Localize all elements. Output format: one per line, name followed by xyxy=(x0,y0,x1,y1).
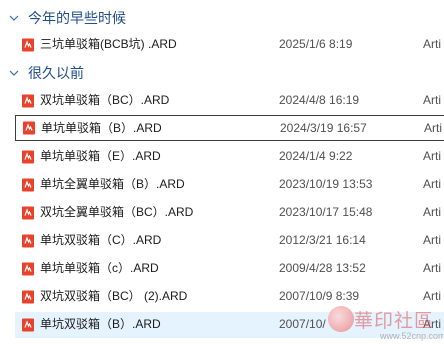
file-row[interactable]: 双坑双驳箱（BC） (2).ARD 2007/10/9 8:39 Arti xyxy=(15,284,444,310)
file-date: 2009/4/28 13:52 xyxy=(279,261,366,275)
file-row[interactable]: 三坑单驳箱(BCB坑) .ARD 2025/1/6 8:19 Arti xyxy=(15,32,444,58)
file-name: 双坑双驳箱（BC） (2).ARD xyxy=(40,289,188,303)
file-type: Arti xyxy=(423,37,441,51)
file-type: Arti xyxy=(423,177,441,191)
chevron-down-icon[interactable] xyxy=(6,65,22,81)
file-type: Arti xyxy=(423,205,441,219)
file-type: Arti xyxy=(424,121,442,135)
file-row-focused[interactable]: 单坑单驳箱（B）.ARD 2024/3/19 16:57 Arti xyxy=(15,115,444,141)
file-date: 2023/10/17 15:48 xyxy=(279,205,373,219)
file-row[interactable]: 单坑全翼单驳箱（B）.ARD 2023/10/19 13:53 Arti xyxy=(15,172,444,198)
file-row[interactable]: 单坑单驳箱（E）.ARD 2024/1/4 9:22 Arti xyxy=(15,144,444,170)
ard-file-icon xyxy=(22,121,36,135)
group-header-label: 很久以前 xyxy=(28,65,84,81)
ard-file-icon xyxy=(21,290,35,304)
file-date: 2007/10/9 8:39 xyxy=(279,289,360,303)
file-type: Arti xyxy=(423,233,441,247)
file-type: Arti xyxy=(423,289,441,303)
group-header-this-year[interactable]: 今年的早些时候 xyxy=(0,6,444,30)
file-date: 2025/1/6 8:19 xyxy=(279,37,353,51)
ard-file-icon xyxy=(21,94,35,108)
file-row[interactable]: 单坑双驳箱（C）.ARD 2012/3/21 16:14 Arti xyxy=(15,228,444,254)
chevron-down-icon[interactable] xyxy=(6,10,22,26)
group-header-label: 今年的早些时候 xyxy=(28,10,126,26)
file-name: 双坑全翼单驳箱（BC）.ARD xyxy=(40,205,194,219)
file-name: 三坑单驳箱(BCB坑) .ARD xyxy=(40,37,177,51)
file-name: 单坑单驳箱（E）.ARD xyxy=(40,149,161,163)
ard-file-icon xyxy=(21,318,35,332)
file-date: 2023/10/19 13:53 xyxy=(279,177,373,191)
file-row[interactable]: 双坑全翼单驳箱（BC）.ARD 2023/10/17 15:48 Arti xyxy=(15,200,444,226)
file-name: 双坑单驳箱（BC）.ARD xyxy=(40,93,170,107)
file-row-selected[interactable]: 单坑双驳箱（B）.ARD 2007/10/ Arti xyxy=(15,312,444,338)
group-header-long-ago[interactable]: 很久以前 xyxy=(0,61,444,85)
file-name: 单坑单驳箱（B）.ARD xyxy=(41,121,162,135)
file-name: 单坑全翼单驳箱（B）.ARD xyxy=(40,177,185,191)
file-row[interactable]: 单坑单驳箱（c）.ARD 2009/4/28 13:52 Arti xyxy=(15,256,444,282)
file-type: Arti xyxy=(423,149,441,163)
ard-file-icon xyxy=(21,206,35,220)
file-type: Arti xyxy=(423,261,441,275)
file-type: Arti xyxy=(423,93,441,107)
file-name: 单坑双驳箱（B）.ARD xyxy=(40,317,161,331)
file-list: 今年的早些时候 三坑单驳箱(BCB坑) .ARD 2025/1/6 8:19 A… xyxy=(0,0,444,344)
file-date: 2012/3/21 16:14 xyxy=(279,233,366,247)
file-date: 2024/3/19 16:57 xyxy=(280,121,367,135)
ard-file-icon xyxy=(21,178,35,192)
ard-file-icon xyxy=(21,150,35,164)
file-date: 2024/4/8 16:19 xyxy=(279,93,360,107)
ard-file-icon xyxy=(21,38,35,52)
file-date: 2007/10/ xyxy=(279,317,326,331)
ard-file-icon xyxy=(21,234,35,248)
file-name: 单坑双驳箱（C）.ARD xyxy=(40,233,162,247)
file-name: 单坑单驳箱（c）.ARD xyxy=(40,261,159,275)
file-date: 2024/1/4 9:22 xyxy=(279,149,353,163)
ard-file-icon xyxy=(21,262,35,276)
file-row[interactable]: 双坑单驳箱（BC）.ARD 2024/4/8 16:19 Arti xyxy=(15,88,444,114)
file-type: Arti xyxy=(423,317,441,331)
